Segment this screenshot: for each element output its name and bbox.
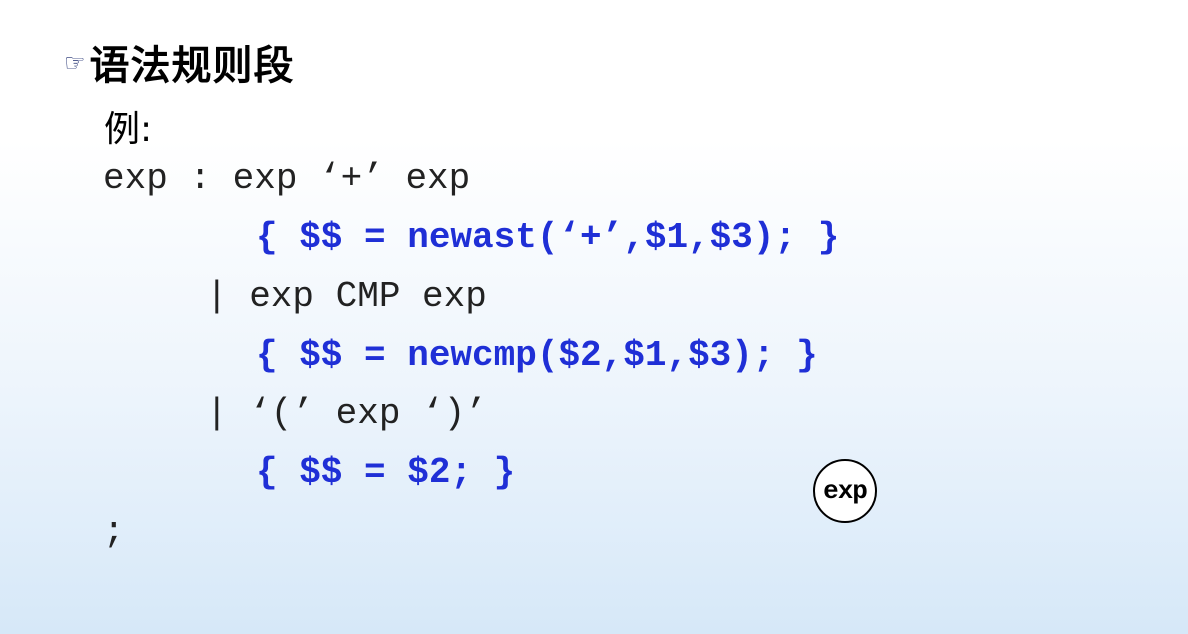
grammar-rule-line: exp : exp ‘+’ exp bbox=[103, 158, 471, 199]
tree-node-label: exp bbox=[823, 476, 868, 506]
grammar-alternative-line: | exp CMP exp bbox=[206, 276, 487, 317]
semantic-action-line: { $$ = $2; } bbox=[256, 452, 516, 493]
slide: ☞ 语法规则段 例: exp : exp ‘+’ exp { $$ = newa… bbox=[0, 0, 1188, 634]
semantic-action-line: { $$ = newcmp($2,$1,$3); } bbox=[256, 335, 818, 376]
rule-terminator: ; bbox=[103, 511, 125, 552]
title-row: ☞ 语法规则段 bbox=[64, 34, 295, 90]
example-label: 例: bbox=[104, 109, 153, 150]
semantic-action-line: { $$ = newast(‘+’,$1,$3); } bbox=[256, 217, 840, 258]
slide-title: 语法规则段 bbox=[89, 43, 295, 89]
pointing-hand-icon: ☞ bbox=[64, 49, 86, 77]
exp-tree-node: exp bbox=[813, 459, 877, 523]
grammar-alternative-line: | ‘(’ exp ‘)’ bbox=[206, 393, 487, 434]
